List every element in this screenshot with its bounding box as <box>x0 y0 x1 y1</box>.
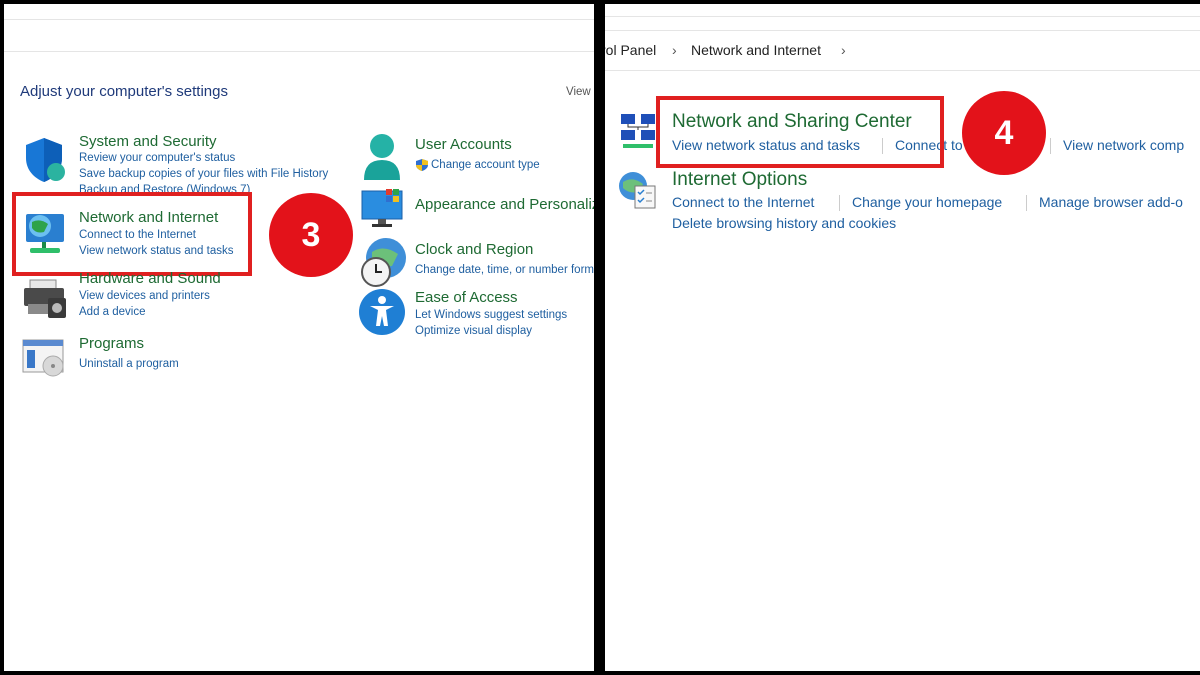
uninstall-program-link[interactable]: Uninstall a program <box>79 358 179 370</box>
category-system-security[interactable]: System and Security <box>79 133 217 150</box>
control-panel-home: Adjust your computer's settings View Sys… <box>4 4 594 671</box>
view-network-computers-link[interactable]: View network comp <box>1063 137 1184 153</box>
change-date-time-link[interactable]: Change date, time, or number form <box>415 264 594 276</box>
internet-options-link[interactable]: Internet Options <box>672 169 807 191</box>
breadcrumb-chevron-icon: › <box>672 42 677 58</box>
view-by-link[interactable]: View <box>566 86 591 98</box>
windows-suggest-link[interactable]: Let Windows suggest settings <box>415 309 567 321</box>
accessibility-icon <box>359 289 405 335</box>
link-separator <box>1026 195 1027 211</box>
review-status-link[interactable]: Review your computer's status <box>79 152 235 164</box>
devices-printers-link[interactable]: View devices and printers <box>79 290 210 302</box>
printer-icon <box>24 279 66 318</box>
category-user-accounts[interactable]: User Accounts <box>415 136 512 153</box>
breadcrumb-network-internet[interactable]: Network and Internet <box>691 42 821 58</box>
appearance-monitor-icon <box>361 189 403 227</box>
shield-icon <box>26 138 65 182</box>
delete-browsing-history-link[interactable]: Delete browsing history and cookies <box>672 215 896 231</box>
toolbar-divider <box>4 19 594 20</box>
highlight-box <box>656 96 944 168</box>
category-ease-of-access[interactable]: Ease of Access <box>415 289 518 306</box>
category-appearance[interactable]: Appearance and Personaliz <box>415 196 594 213</box>
highlight-box <box>12 192 252 276</box>
category-programs[interactable]: Programs <box>79 335 144 352</box>
change-homepage-link[interactable]: Change your homepage <box>852 194 1002 210</box>
user-icon <box>364 134 400 180</box>
category-clock-region[interactable]: Clock and Region <box>415 241 533 258</box>
internet-options-icon <box>619 172 656 209</box>
file-history-link[interactable]: Save backup copies of your files with Fi… <box>79 168 328 180</box>
optimize-display-link[interactable]: Optimize visual display <box>415 325 532 337</box>
network-internet-page: rol Panel › Network and Internet › Netwo… <box>605 4 1200 671</box>
network-sharing-icon <box>621 114 655 148</box>
uac-shield-icon <box>416 159 428 171</box>
address-divider <box>4 51 594 52</box>
category-hardware-sound[interactable]: Hardware and Sound <box>79 270 221 287</box>
link-separator <box>839 195 840 211</box>
address-top-divider <box>605 30 1200 31</box>
breadcrumb-control-panel[interactable]: rol Panel <box>605 42 656 58</box>
toolbar-divider <box>605 16 1200 17</box>
step-badge-3: 3 <box>269 193 353 277</box>
address-bottom-divider <box>605 70 1200 71</box>
link-separator <box>1050 138 1051 154</box>
breadcrumb-chevron-icon: › <box>841 42 846 58</box>
add-device-link[interactable]: Add a device <box>79 306 146 318</box>
page-title: Adjust your computer's settings <box>20 83 228 100</box>
change-account-type-link[interactable]: Change account type <box>431 159 540 171</box>
connect-internet-link[interactable]: Connect to the Internet <box>672 194 814 210</box>
step-badge-4: 4 <box>962 91 1046 175</box>
clock-globe-icon <box>361 238 406 287</box>
manage-addons-link[interactable]: Manage browser add-o <box>1039 194 1183 210</box>
programs-icon <box>22 339 64 377</box>
